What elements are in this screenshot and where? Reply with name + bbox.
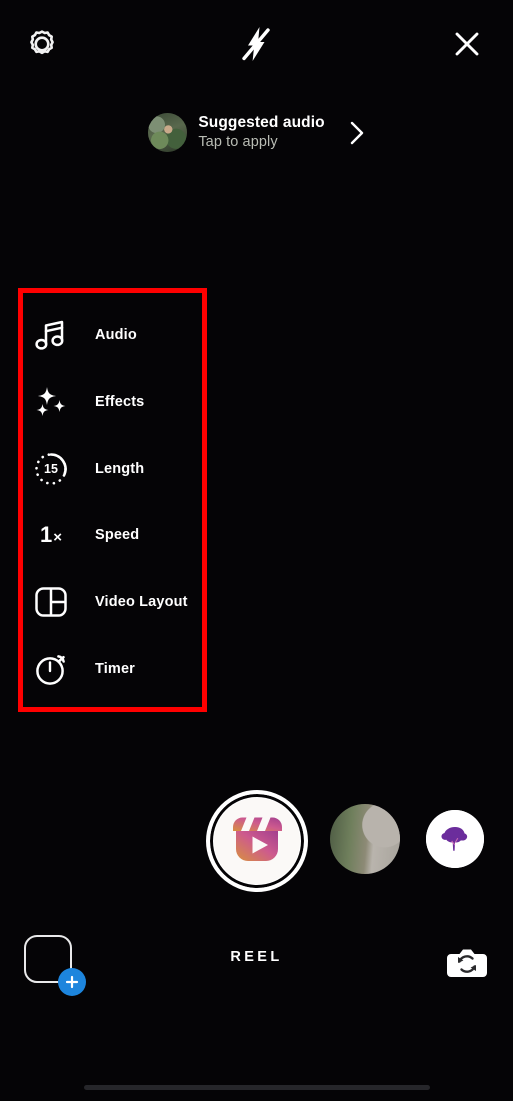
suggested-audio-subtitle: Tap to apply: [198, 133, 278, 150]
tool-item-effects[interactable]: Effects: [18, 369, 207, 436]
carousel-avatar-tree[interactable]: [426, 810, 484, 868]
suggested-audio-banner[interactable]: Suggested audio Tap to apply: [0, 113, 513, 152]
camera-mode-label[interactable]: REEL: [0, 949, 513, 965]
tool-label-video-layout: Video Layout: [95, 594, 188, 611]
record-button[interactable]: [206, 790, 308, 892]
tool-item-length[interactable]: 15 Length: [18, 435, 207, 502]
reels-camera-screen: Suggested audio Tap to apply Audio Effec…: [0, 0, 513, 1101]
tool-item-speed[interactable]: 1 × Speed: [18, 502, 207, 569]
chevron-right-icon[interactable]: [349, 120, 365, 146]
close-x-icon: [451, 28, 483, 65]
tool-value-length: 15: [44, 461, 58, 476]
sparkles-icon: [29, 380, 73, 424]
suggested-audio-title: Suggested audio: [198, 114, 325, 132]
carousel-avatar-tree-image: [426, 810, 484, 868]
bottom-bar: REEL: [0, 925, 513, 1015]
video-layout-icon: [29, 580, 73, 624]
tool-label-length: Length: [95, 460, 145, 477]
tool-unit-speed: ×: [53, 529, 62, 547]
tool-label-speed: Speed: [95, 527, 140, 544]
tool-label-audio: Audio: [95, 327, 137, 344]
tool-item-audio[interactable]: Audio: [18, 302, 207, 369]
tool-label-timer: Timer: [95, 660, 135, 677]
flash-toggle-button[interactable]: [232, 24, 280, 68]
music-note-icon: [29, 313, 73, 357]
camera-mode-carousel: [0, 790, 513, 892]
carousel-avatar-photo-image: [330, 804, 400, 874]
close-camera-button[interactable]: [443, 24, 491, 68]
top-bar: [0, 0, 513, 92]
suggested-audio-thumbnail: [148, 113, 188, 152]
camera-settings-button[interactable]: [18, 24, 66, 68]
reel-clapper-icon: [228, 811, 286, 872]
tool-value-speed: 1: [39, 522, 53, 548]
home-indicator: [83, 1085, 430, 1090]
speed-icon: 1 ×: [29, 513, 73, 557]
tool-item-video-layout[interactable]: Video Layout: [18, 569, 207, 636]
camera-tools-sidebar: Audio Effects 15 Length 1 × Speed Video …: [18, 288, 207, 712]
carousel-avatar-photo[interactable]: [330, 804, 400, 874]
plus-icon: [58, 968, 86, 996]
flip-camera-button[interactable]: [445, 943, 489, 985]
timer-stopwatch-icon: [29, 647, 73, 691]
flash-off-icon: [239, 25, 273, 68]
length-dial-icon: 15: [29, 447, 73, 491]
tool-label-effects: Effects: [95, 394, 145, 410]
tool-item-timer[interactable]: Timer: [18, 635, 207, 702]
gear-icon: [25, 27, 59, 66]
camera-flip-icon: [446, 942, 488, 987]
suggested-audio-text: Suggested audio Tap to apply: [198, 114, 324, 150]
